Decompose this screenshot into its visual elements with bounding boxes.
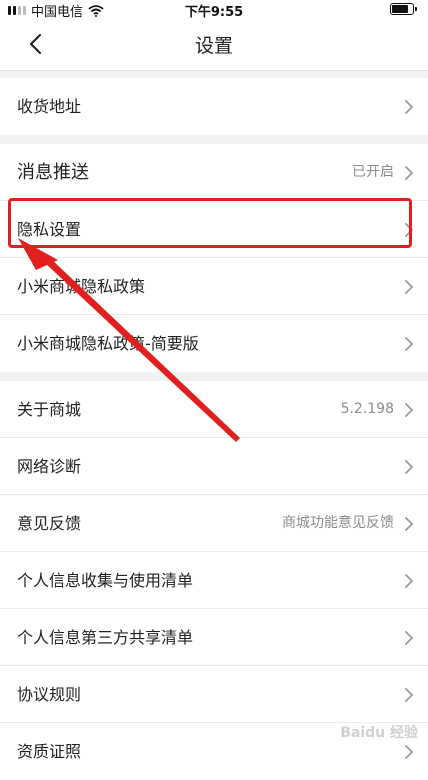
status-bar: 中国电信 下午9:55: [0, 0, 428, 20]
chevron-right-icon: [405, 280, 414, 294]
page-title: 设置: [194, 35, 233, 57]
setting-label: 协议规则: [17, 685, 82, 704]
chevron-right-icon: [405, 100, 414, 114]
setting-label: 个人信息第三方共享清单: [17, 628, 194, 647]
chevron-right-icon: [405, 688, 414, 702]
navigation-bar: 设置: [0, 18, 428, 71]
chevron-right-icon: [405, 403, 414, 417]
setting-value: 商城功能意见反馈: [282, 515, 394, 531]
setting-row-push[interactable]: 消息推送 已开启: [0, 144, 428, 201]
chevron-right-icon: [405, 460, 414, 474]
settings-group-3: 关于商城 5.2.198 网络诊断 意见反馈 商城功能意见反馈 个人信息收集与使…: [0, 381, 428, 780]
setting-label: 隐私设置: [17, 220, 82, 239]
chevron-right-icon: [405, 223, 414, 237]
setting-row-privacy[interactable]: 隐私设置: [0, 201, 428, 258]
setting-label: 关于商城: [17, 400, 82, 419]
setting-label: 意见反馈: [17, 514, 82, 533]
setting-label: 资质证照: [17, 742, 82, 761]
setting-row-info-collection[interactable]: 个人信息收集与使用清单: [0, 552, 428, 609]
setting-row-network[interactable]: 网络诊断: [0, 438, 428, 495]
battery-icon: [390, 3, 417, 15]
setting-row-privacy-policy-brief[interactable]: 小米商城隐私政策-简要版: [0, 315, 428, 372]
chevron-right-icon: [405, 745, 414, 759]
setting-label: 网络诊断: [17, 457, 82, 476]
setting-label: 个人信息收集与使用清单: [17, 571, 194, 590]
chevron-right-icon: [405, 337, 414, 351]
setting-value: 5.2.198: [340, 401, 394, 417]
settings-group-2: 消息推送 已开启 隐私设置 小米商城隐私政策 小米商城隐私政策-简要版: [0, 144, 428, 372]
setting-row-third-party-sharing[interactable]: 个人信息第三方共享清单: [0, 609, 428, 666]
watermark: Baidu 经验: [340, 725, 418, 741]
setting-row-feedback[interactable]: 意见反馈 商城功能意见反馈: [0, 495, 428, 552]
setting-label: 消息推送: [17, 162, 89, 183]
settings-group-1: 收货地址: [0, 78, 428, 135]
setting-row-address[interactable]: 收货地址: [0, 78, 428, 135]
setting-row-about[interactable]: 关于商城 5.2.198: [0, 381, 428, 438]
setting-row-privacy-policy[interactable]: 小米商城隐私政策: [0, 258, 428, 315]
chevron-right-icon: [405, 631, 414, 645]
setting-row-agreements[interactable]: 协议规则: [0, 666, 428, 723]
setting-value: 已开启: [352, 164, 394, 180]
setting-label: 小米商城隐私政策: [17, 277, 146, 296]
setting-label: 收货地址: [17, 97, 82, 116]
setting-label: 小米商城隐私政策-简要版: [17, 334, 199, 353]
chevron-right-icon: [405, 517, 414, 531]
chevron-right-icon: [405, 574, 414, 588]
chevron-right-icon: [405, 166, 414, 180]
